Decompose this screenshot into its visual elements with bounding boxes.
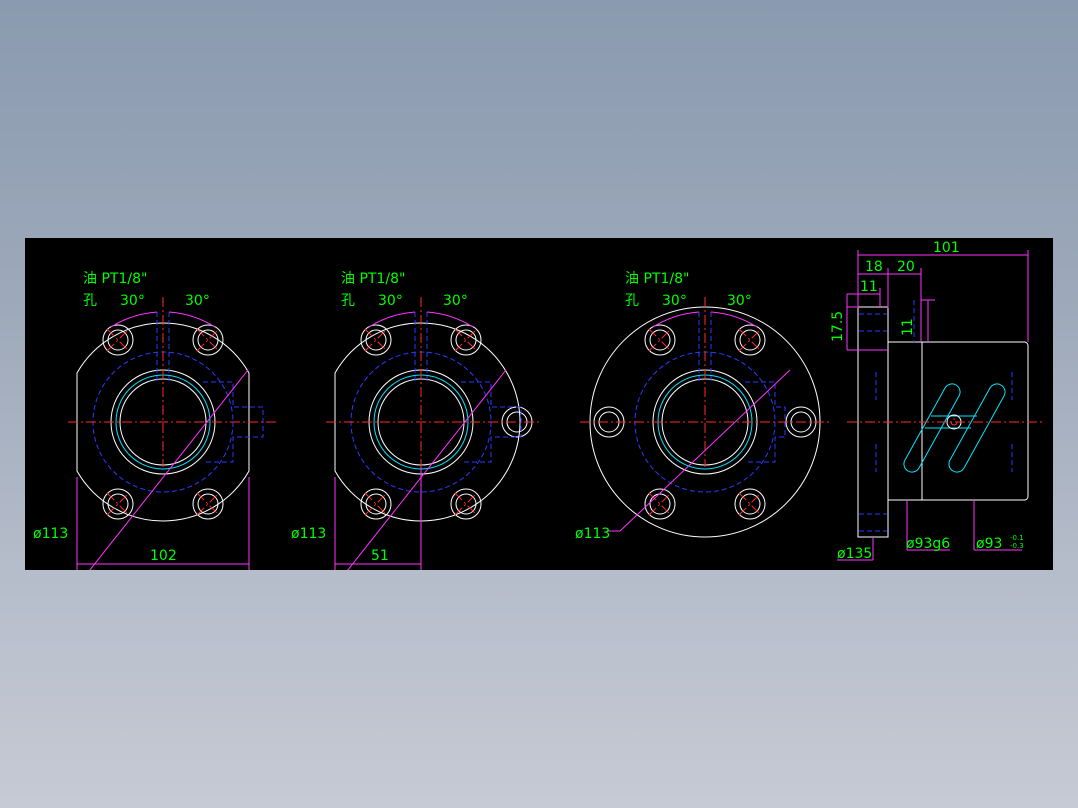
angle-right-label: 30°	[185, 293, 210, 309]
side-spigot	[887, 341, 923, 501]
oil-hole-label-line1: 油 PT1/8"	[83, 271, 147, 287]
pcd-label: ø113	[291, 526, 326, 542]
angle-right-label: 30°	[727, 293, 752, 309]
dim-20-label: 20	[897, 259, 915, 275]
flange-view-1	[68, 297, 278, 570]
side-view	[837, 250, 1043, 561]
spigot-dia-label: ø93g6	[906, 536, 950, 552]
return-tube	[903, 383, 1006, 473]
oil-hole-label-line2: 孔	[83, 293, 97, 309]
pcd-label: ø113	[575, 526, 610, 542]
width-label: 51	[371, 548, 389, 564]
dim-11-vertical-label: 11	[900, 318, 916, 336]
bore-outer	[652, 369, 758, 475]
drawing-viewport[interactable]: 油 PT1/8" 孔 30° 30° ø113 102 油 PT1/8" 孔 3…	[25, 238, 1053, 570]
oil-hole-label-line1: 油 PT1/8"	[341, 271, 405, 287]
flange-view-3	[580, 297, 830, 538]
body-tol-lower: -0.3	[1010, 542, 1024, 550]
angle-right-label: 30°	[443, 293, 468, 309]
angle-left-label: 30°	[378, 293, 403, 309]
body-tol-upper: -0.1	[1010, 534, 1024, 542]
dim-11-top-label: 11	[860, 279, 878, 295]
flange-dia-label: ø135	[837, 546, 872, 562]
dim-18-label: 18	[865, 259, 883, 275]
overall-length-label: 101	[933, 240, 960, 256]
body-dia-label: ø93	[976, 536, 1002, 552]
oil-hole-label-line2: 孔	[341, 293, 355, 309]
oil-hole-label-line2: 孔	[625, 293, 639, 309]
oil-hole-label-line1: 油 PT1/8"	[625, 271, 689, 287]
angle-left-label: 30°	[120, 293, 145, 309]
angle-left-label: 30°	[662, 293, 687, 309]
width-label: 102	[150, 548, 177, 564]
side-body	[891, 341, 1029, 501]
dim-17-5-label: 17.5	[830, 311, 846, 342]
pcd-label: ø113	[33, 526, 68, 542]
flange-view-2	[326, 297, 541, 570]
cad-drawing: 油 PT1/8" 孔 30° 30° ø113 102 油 PT1/8" 孔 3…	[33, 240, 1043, 570]
